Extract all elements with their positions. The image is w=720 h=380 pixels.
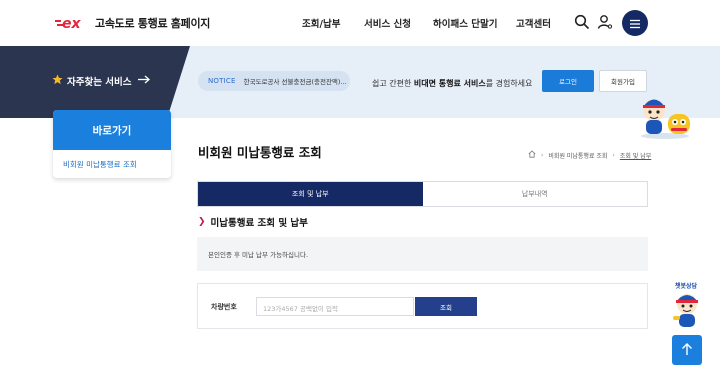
scroll-top-button[interactable]: [672, 335, 702, 365]
tab-bar: 조회 및 납부 납부내역: [197, 181, 648, 207]
site-name: 고속도로 통행료 홈페이지: [95, 17, 211, 30]
promo-band: 자주찾는 서비스 NOTICE 한국도로공사 선불충전금(충전잔액)... 쉽고…: [0, 46, 720, 118]
quick-links-title: 바로가기: [53, 110, 171, 150]
tab-inquiry-payment[interactable]: 조회 및 납부: [198, 182, 423, 206]
arrow-right-icon: [137, 75, 150, 87]
chevron-right-icon: ›: [541, 151, 544, 159]
info-box: 본인인증 후 미납 납부 가능하십니다.: [197, 237, 648, 271]
arrow-up-icon: [681, 341, 693, 360]
notice-text: 한국도로공사 선불충전금(충전잔액)...: [243, 78, 347, 86]
mascot-image: [638, 94, 692, 140]
favorite-services-link[interactable]: 자주찾는 서비스: [52, 74, 150, 88]
ex-logo-icon: ex: [55, 15, 91, 31]
promo-bold: 비대면 통행료 서비스: [413, 79, 486, 88]
search-icon[interactable]: [574, 14, 590, 30]
sidebar-item-nonmember-unpaid[interactable]: 비회원 미납통행료 조회: [53, 150, 171, 170]
nav-item-service-request[interactable]: 서비스 신청: [364, 16, 411, 30]
nav-item-inquiry-payment[interactable]: 조회/납부: [302, 16, 340, 30]
notice-ticker[interactable]: NOTICE 한국도로공사 선불충전금(충전잔액)...: [198, 71, 350, 91]
quick-links-card: 바로가기 비회원 미납통행료 조회: [53, 110, 171, 178]
nav-item-customer-center[interactable]: 고객센터: [516, 16, 551, 30]
search-button[interactable]: 조회: [415, 297, 477, 316]
site-logo[interactable]: ex 고속도로 통행료 홈페이지: [55, 13, 210, 33]
notice-tag: NOTICE: [208, 77, 236, 85]
user-settings-icon[interactable]: [597, 14, 613, 30]
chevron-right-icon: ❯: [198, 217, 206, 227]
site-header: ex 고속도로 통행료 홈페이지 조회/납부 서비스 신청 하이패스 단말기 고…: [0, 0, 720, 46]
chatbot-label[interactable]: 챗봇상담: [675, 281, 697, 290]
chevron-right-icon: ›: [612, 151, 615, 159]
section-title-text: 미납통행료 조회 및 납부: [210, 218, 308, 229]
vehicle-number-input[interactable]: 123가4567 공백없이 입력: [256, 297, 414, 316]
favorite-services-label: 자주찾는 서비스: [67, 77, 132, 88]
join-button[interactable]: 회원가입: [599, 70, 647, 92]
section-title: ❯ 미납통행료 조회 및 납부: [198, 215, 308, 229]
page-title: 비회원 미납통행료 조회: [198, 145, 322, 160]
tab-payment-history[interactable]: 납부내역: [422, 182, 647, 206]
promo-text: 쉽고 간편한 비대면 통행료 서비스를 경험하세요: [372, 78, 532, 89]
menu-button[interactable]: [622, 10, 648, 36]
chatbot-mascot-icon[interactable]: [670, 291, 704, 329]
promo-suffix: 를 경험하세요: [485, 79, 533, 88]
promo-prefix: 쉽고 간편한: [372, 79, 414, 88]
star-icon: [52, 74, 63, 88]
breadcrumb-item[interactable]: 비회원 미납통행료 조회: [548, 151, 607, 160]
breadcrumb-current[interactable]: 조회 및 납부: [620, 151, 651, 160]
svg-text:ex: ex: [62, 16, 81, 31]
breadcrumb: › 비회원 미납통행료 조회 › 조회 및 납부: [528, 150, 651, 160]
vehicle-search-form: 차량번호 123가4567 공백없이 입력 조회: [197, 283, 648, 329]
nav-item-hipass-terminal[interactable]: 하이패스 단말기: [433, 16, 498, 30]
home-icon[interactable]: [528, 150, 536, 160]
login-button[interactable]: 로그인: [542, 70, 594, 92]
hamburger-icon: [629, 14, 641, 33]
vehicle-number-label: 차량번호: [211, 303, 237, 311]
